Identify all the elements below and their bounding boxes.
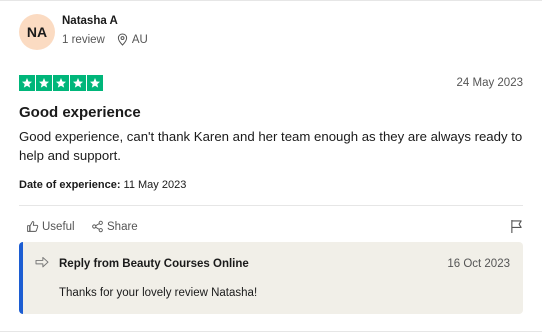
avatar-initials: NA [26, 24, 48, 40]
date-of-experience: Date of experience: 11 May 2023 [19, 179, 186, 191]
review-title[interactable]: Good experience [19, 104, 141, 121]
experience-date: 11 May 2023 [123, 179, 187, 191]
flag-icon[interactable] [510, 219, 523, 234]
reply-date: 16 Oct 2023 [447, 258, 510, 270]
star-icon [53, 75, 69, 91]
star-rating [19, 75, 103, 91]
card-top-border [0, 0, 542, 1]
share-button[interactable]: Share [91, 220, 138, 233]
share-icon [92, 220, 103, 233]
useful-button[interactable]: Useful [26, 220, 75, 233]
reviewer-meta: 1 review AU [62, 33, 148, 46]
experience-label: Date of experience: [19, 179, 121, 191]
reply-from: Reply from Beauty Courses Online [59, 258, 249, 270]
reviewer-country: AU [131, 33, 148, 46]
share-label: Share [107, 220, 138, 233]
reply-arrow-icon [35, 257, 49, 268]
reply-text: Thanks for your lovely review Natasha! [59, 287, 258, 299]
review-date: 24 May 2023 [456, 77, 524, 89]
divider [19, 205, 523, 206]
review-body: Good experience, can't thank Karen and h… [19, 129, 523, 163]
avatar[interactable]: NA [19, 14, 55, 50]
thumbs-up-icon [27, 221, 39, 232]
star-icon [70, 75, 86, 91]
location-pin-icon [117, 33, 127, 46]
star-icon [19, 75, 35, 91]
useful-label: Useful [42, 220, 75, 233]
star-icon [36, 75, 52, 91]
star-icon [87, 75, 103, 91]
review-card: NA Natasha A 1 review AU 24 May 2023 Goo… [0, 0, 542, 332]
reviewer-name[interactable]: Natasha A [62, 15, 118, 27]
review-count: 1 review [62, 33, 105, 46]
company-reply: Reply from Beauty Courses Online 16 Oct … [19, 242, 523, 314]
